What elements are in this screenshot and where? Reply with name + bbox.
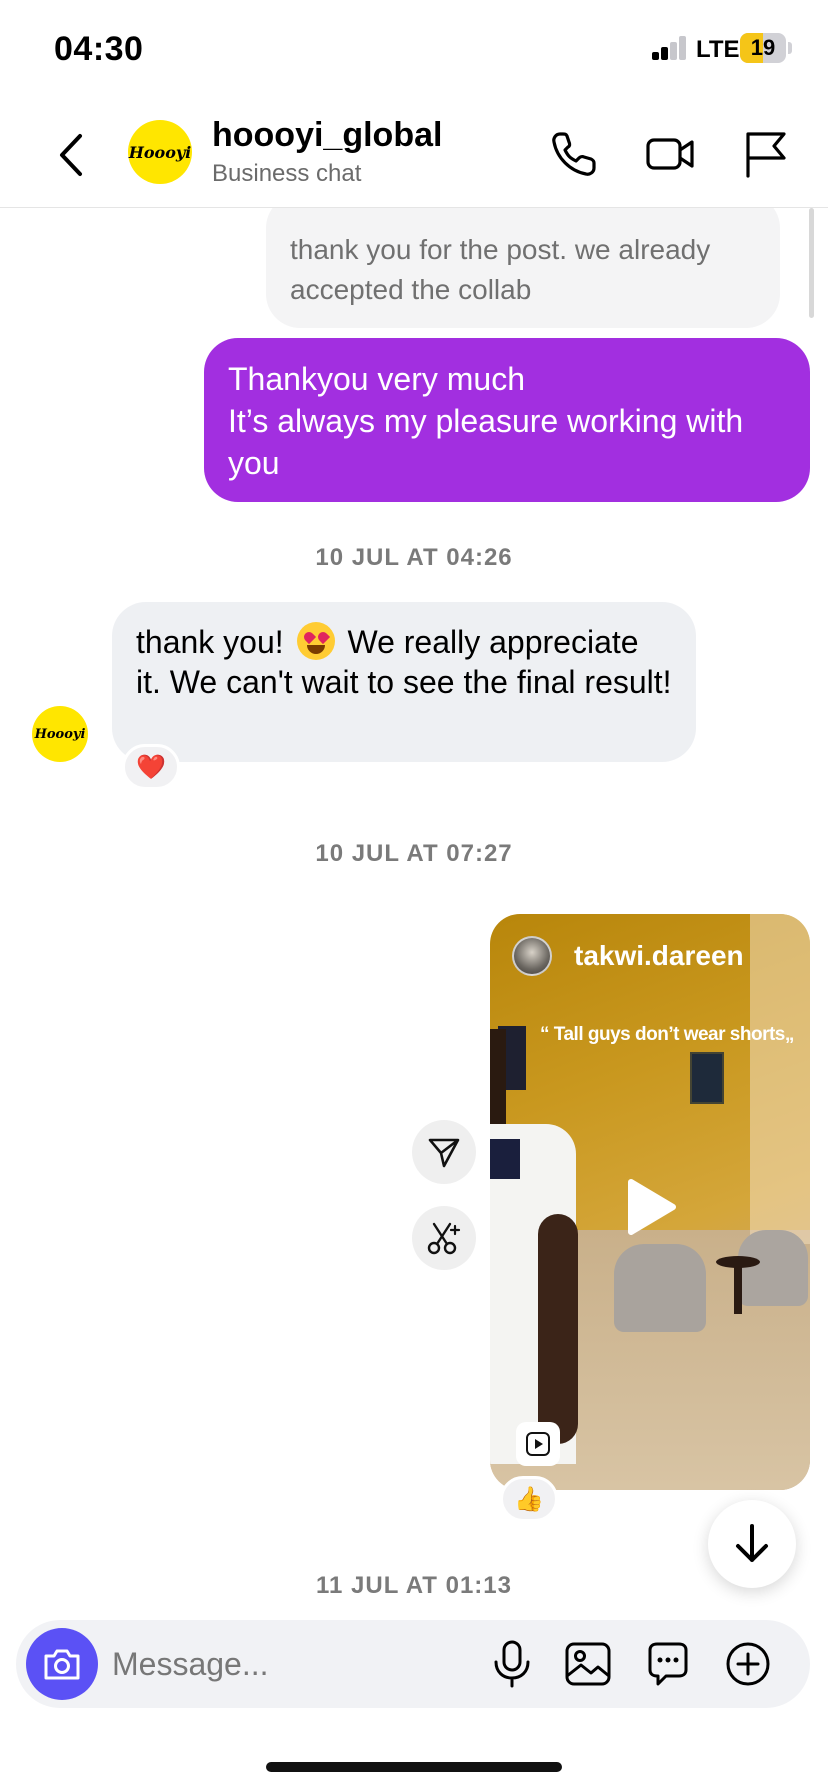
scroll-to-bottom-button[interactable]: [708, 1500, 796, 1588]
reel-thumbnail-person: [490, 1139, 520, 1179]
reel-thumbnail-frame: [690, 1052, 724, 1104]
flag-button[interactable]: [740, 128, 792, 180]
play-icon: [628, 1179, 676, 1235]
reaction-badge[interactable]: 👍: [500, 1476, 558, 1522]
message-composer: [16, 1620, 810, 1708]
reel-thumbnail-chair: [738, 1230, 808, 1306]
microphone-icon: [494, 1640, 530, 1688]
video-call-button[interactable]: [644, 128, 696, 180]
flag-icon: [746, 132, 786, 178]
voice-message-button[interactable]: [486, 1638, 538, 1690]
remix-button[interactable]: [412, 1206, 476, 1270]
gallery-icon: [565, 1642, 611, 1686]
back-button[interactable]: [52, 130, 92, 180]
message-line: It’s always my pleasure working with you: [228, 403, 744, 481]
avatar-logo-text: Hoooyi: [128, 142, 192, 162]
chat-header: Hoooyi hoooyi_global Business chat: [0, 100, 828, 208]
scrollbar[interactable]: [809, 208, 814, 318]
timestamp: 10 JUL AT 04:26: [315, 544, 513, 571]
share-button[interactable]: [412, 1120, 476, 1184]
reel-icon: [526, 1432, 550, 1456]
camera-icon: [44, 1649, 80, 1680]
reel-author-name[interactable]: takwi.dareen: [574, 940, 744, 972]
contact-name[interactable]: hoooyi_global: [212, 116, 442, 155]
reel-author-avatar[interactable]: [512, 936, 552, 976]
sticker-button[interactable]: [642, 1638, 694, 1690]
plus-icon: [726, 1642, 770, 1686]
battery-level: 19: [750, 35, 776, 60]
gallery-button[interactable]: [562, 1638, 614, 1690]
sender-avatar[interactable]: Hoooyi: [32, 706, 88, 762]
back-chevron-icon: [60, 134, 82, 176]
call-button[interactable]: [548, 128, 600, 180]
message-text: thank you!: [136, 624, 284, 660]
reel-thumbnail-chair: [614, 1244, 706, 1332]
phone-icon: [552, 132, 596, 176]
status-bar: 04:30 LTE 19: [0, 0, 828, 100]
timestamp: 10 JUL AT 07:27: [315, 840, 513, 867]
home-indicator[interactable]: [266, 1762, 562, 1772]
reel-type-badge: [516, 1422, 560, 1466]
battery-icon: 19: [740, 33, 786, 63]
sticker-icon: [648, 1642, 688, 1686]
avatar-logo-text: Hoooyi: [34, 726, 86, 742]
message-input[interactable]: [112, 1640, 472, 1688]
reel-thumbnail-wall: [750, 914, 810, 1244]
heart-eyes-emoji-icon: [296, 622, 335, 660]
battery-cap: [788, 42, 792, 54]
video-camera-icon: [646, 138, 694, 170]
play-button[interactable]: [623, 1176, 679, 1238]
network-type: LTE: [696, 36, 740, 63]
message-line: Thankyou very much: [228, 361, 526, 397]
message-received[interactable]: thank you! We really appreciate it. We c…: [112, 602, 696, 762]
scissors-icon: [427, 1222, 461, 1255]
arrow-down-icon: [736, 1524, 768, 1562]
status-time: 04:30: [54, 30, 144, 68]
reel-caption: “ Tall guys don’t wear shorts„: [540, 1024, 794, 1045]
signal-icon: [652, 36, 688, 60]
contact-avatar[interactable]: Hoooyi: [128, 120, 192, 184]
more-options-button[interactable]: [722, 1638, 774, 1690]
share-icon: [428, 1138, 460, 1168]
camera-button[interactable]: [26, 1628, 98, 1700]
reel-thumbnail-table-leg: [734, 1264, 742, 1314]
shared-reel-card[interactable]: takwi.dareen “ Tall guys don’t wear shor…: [490, 914, 810, 1490]
message-received[interactable]: thank you for the post. we already accep…: [266, 208, 780, 328]
timestamp: 11 JUL AT 01:13: [316, 1572, 512, 1599]
reaction-badge[interactable]: ❤️: [122, 744, 180, 790]
message-sent[interactable]: Thankyou very much It’s always my pleasu…: [204, 338, 810, 502]
contact-subtitle: Business chat: [212, 160, 362, 187]
reel-thumbnail-person: [490, 1029, 506, 1129]
reel-thumbnail-person: [538, 1214, 578, 1444]
message-list[interactable]: thank you for the post. we already accep…: [0, 208, 828, 1610]
